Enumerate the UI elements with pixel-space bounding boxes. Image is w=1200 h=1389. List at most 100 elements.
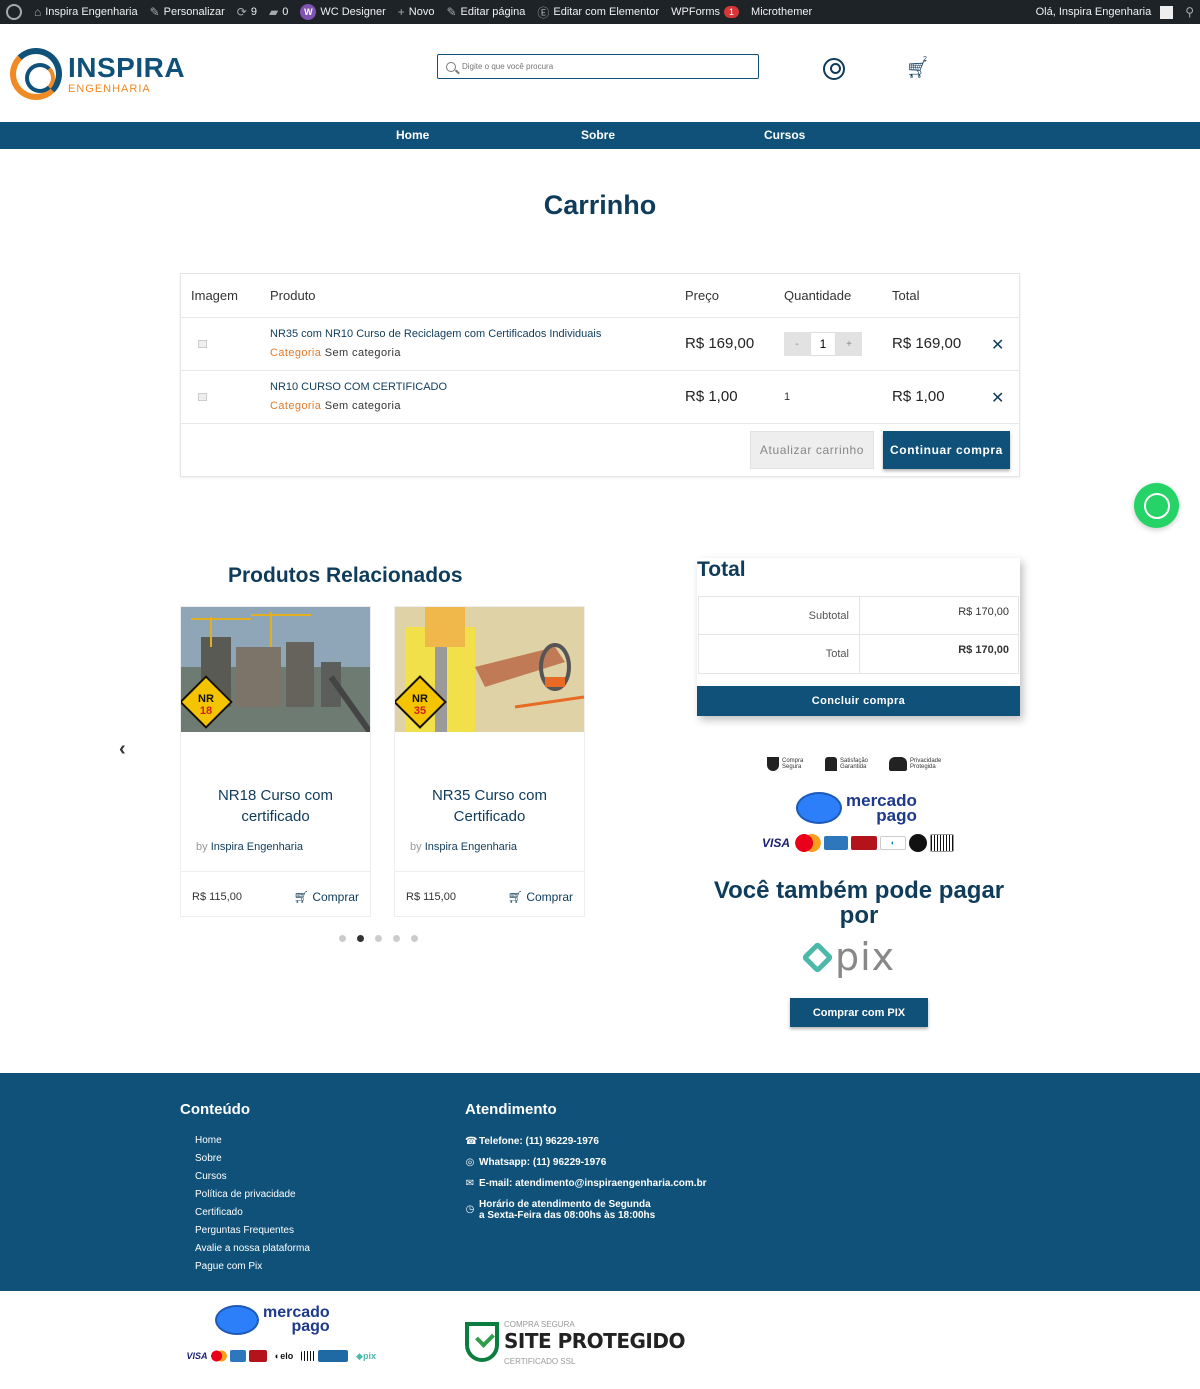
footer-phone[interactable]: ☎ Telefone: (11) 96229-1976: [465, 1136, 707, 1147]
footer-whatsapp[interactable]: ◎ Whatsapp: (11) 96229-1976: [465, 1157, 707, 1168]
satisfaction-badge: Satisfação Garantida: [825, 757, 868, 771]
product-card[interactable]: NR 18 NR18 Curso com certificado by Inspi…: [180, 606, 371, 917]
footer-links: Home Sobre Cursos Política de privacidad…: [195, 1135, 310, 1279]
nav-about[interactable]: Sobre: [581, 128, 615, 142]
carousel-dots: [339, 935, 418, 942]
footer-email[interactable]: ✉ E-mail: atendimento@inspiraengenharia.c…: [465, 1178, 707, 1189]
search-icon[interactable]: [446, 61, 456, 72]
admin-search-button[interactable]: ⚲: [1179, 0, 1200, 24]
header-total: Total: [892, 288, 920, 303]
mastercard-icon: [211, 1350, 227, 1362]
product-thumbnail[interactable]: [198, 340, 207, 348]
buy-button[interactable]: 🛒︎ Comprar: [508, 890, 573, 904]
update-cart-button[interactable]: Atualizar carrinho: [750, 431, 874, 469]
carousel-dot[interactable]: [393, 935, 400, 942]
product-card[interactable]: NR 35 NR35 Curso com Certificado by Inspi…: [394, 606, 585, 917]
footer: Conteúdo Home Sobre Cursos Política de p…: [0, 1073, 1200, 1291]
product-name-link[interactable]: NR10 CURSO COM CERTIFICADO: [270, 381, 447, 393]
product-price: R$ 1,00: [685, 388, 738, 405]
visa-icon: VISA: [186, 1351, 208, 1361]
footer-content-title: Conteúdo: [180, 1101, 250, 1118]
checkout-button[interactable]: Concluir compra: [697, 686, 1020, 716]
product-vendor: by Inspira Engenharia: [410, 841, 518, 853]
footer-link-privacy[interactable]: Política de privacidade: [195, 1189, 310, 1207]
site-logo[interactable]: INSPIRA ENGENHARIA: [10, 48, 185, 100]
edit-page-menu[interactable]: ✎ Editar página: [440, 0, 531, 24]
carousel-dot[interactable]: [339, 935, 346, 942]
buy-with-pix-button[interactable]: Comprar com PIX: [790, 998, 928, 1027]
whatsapp-icon[interactable]: [1134, 483, 1179, 528]
user-lock-icon: [889, 757, 907, 771]
totals-title: Total: [697, 558, 746, 581]
continue-shopping-button[interactable]: Continuar compra: [883, 431, 1010, 469]
updates-menu[interactable]: ⟳ 9: [231, 0, 263, 24]
footer-link-about[interactable]: Sobre: [195, 1153, 310, 1171]
trophy-icon: [825, 757, 837, 771]
avatar: [1160, 5, 1174, 19]
logo-mark-icon: [10, 48, 62, 100]
notification-badge: 1: [724, 6, 740, 18]
product-image[interactable]: NR 35: [395, 607, 584, 732]
product-total: R$ 1,00: [892, 388, 945, 405]
new-content-menu[interactable]: + Novo: [392, 0, 441, 24]
buy-button[interactable]: 🛒︎ Comprar: [294, 890, 359, 904]
nav-courses[interactable]: Cursos: [764, 128, 805, 142]
footer-link-faq[interactable]: Perguntas Frequentes: [195, 1225, 310, 1243]
page-title: Carrinho: [543, 190, 657, 220]
carousel-dot[interactable]: [357, 935, 364, 942]
pix-icon: [801, 940, 834, 974]
amex-icon: [824, 836, 848, 850]
account-icon[interactable]: [823, 58, 845, 80]
remove-item-button[interactable]: ✕: [991, 335, 1004, 355]
footer-link-pix[interactable]: Pague com Pix: [195, 1261, 310, 1279]
logo-subtitle: ENGENHARIA: [68, 82, 151, 95]
total-value: R$ 170,00: [859, 634, 1019, 674]
elo-icon: ◐elo: [274, 1351, 294, 1361]
product-thumbnail[interactable]: [198, 393, 207, 401]
quantity-increase-button[interactable]: +: [836, 332, 862, 356]
cart-icon: 🛒︎: [507, 890, 523, 904]
microthemer-menu[interactable]: Microthemer: [745, 0, 818, 24]
footer-link-home[interactable]: Home: [195, 1135, 310, 1153]
elementor-menu[interactable]: Ⓔ Editar com Elementor: [531, 0, 665, 24]
product-card-title[interactable]: NR35 Curso com Certificado: [405, 785, 574, 827]
subtotal-label: Subtotal: [698, 596, 860, 635]
product-card-title[interactable]: NR18 Curso com certificado: [191, 785, 360, 827]
product-name-link[interactable]: NR35 com NR10 Curso de Reciclagem com Ce…: [270, 328, 601, 340]
product-card-price: R$ 115,00: [406, 891, 456, 903]
customize-menu[interactable]: ✎ Personalizar: [144, 0, 231, 24]
site-name-menu[interactable]: ⌂ Inspira Engenharia: [28, 0, 144, 24]
brush-icon: ✎: [149, 5, 160, 19]
logo-name: INSPIRA: [68, 51, 186, 83]
carousel-dot[interactable]: [375, 935, 382, 942]
product-card-price: R$ 115,00: [192, 891, 242, 903]
remove-item-button[interactable]: ✕: [991, 388, 1004, 408]
clock-icon: ◷: [465, 1204, 475, 1215]
amex-icon: [230, 1350, 246, 1362]
footer-link-rate[interactable]: Avalie a nossa plataforma: [195, 1243, 310, 1261]
elementor-icon: Ⓔ: [537, 5, 550, 20]
footer-link-certificate[interactable]: Certificado: [195, 1207, 310, 1225]
pix-heading: Você também pode pagar por: [713, 877, 1005, 929]
quantity-decrease-button[interactable]: -: [784, 332, 810, 356]
wc-designer-menu[interactable]: W WC Designer: [294, 0, 391, 24]
comments-menu[interactable]: ▰ 0: [263, 0, 294, 24]
divider: [181, 423, 1019, 424]
cart-icon: 🛒︎: [293, 890, 309, 904]
product-price: R$ 169,00: [685, 335, 755, 352]
search-input[interactable]: [462, 62, 742, 71]
product-total: R$ 169,00: [892, 335, 962, 352]
wordpress-menu[interactable]: [0, 0, 28, 24]
quantity-input[interactable]: [810, 332, 836, 356]
nav-home[interactable]: Home: [396, 128, 429, 142]
carousel-prev-button[interactable]: ‹: [119, 738, 126, 761]
wpforms-menu[interactable]: WPForms 1: [665, 0, 745, 24]
wordpress-icon: [6, 4, 22, 20]
account-menu[interactable]: Olá, Inspira Engenharia: [1030, 0, 1180, 24]
search-bar: [437, 54, 759, 79]
product-image[interactable]: NR 18: [181, 607, 370, 732]
payment-cards-row: VISA ◐: [760, 833, 954, 853]
product-category: Categoria Sem categoria: [270, 400, 401, 412]
footer-link-courses[interactable]: Cursos: [195, 1171, 310, 1189]
carousel-dot[interactable]: [411, 935, 418, 942]
